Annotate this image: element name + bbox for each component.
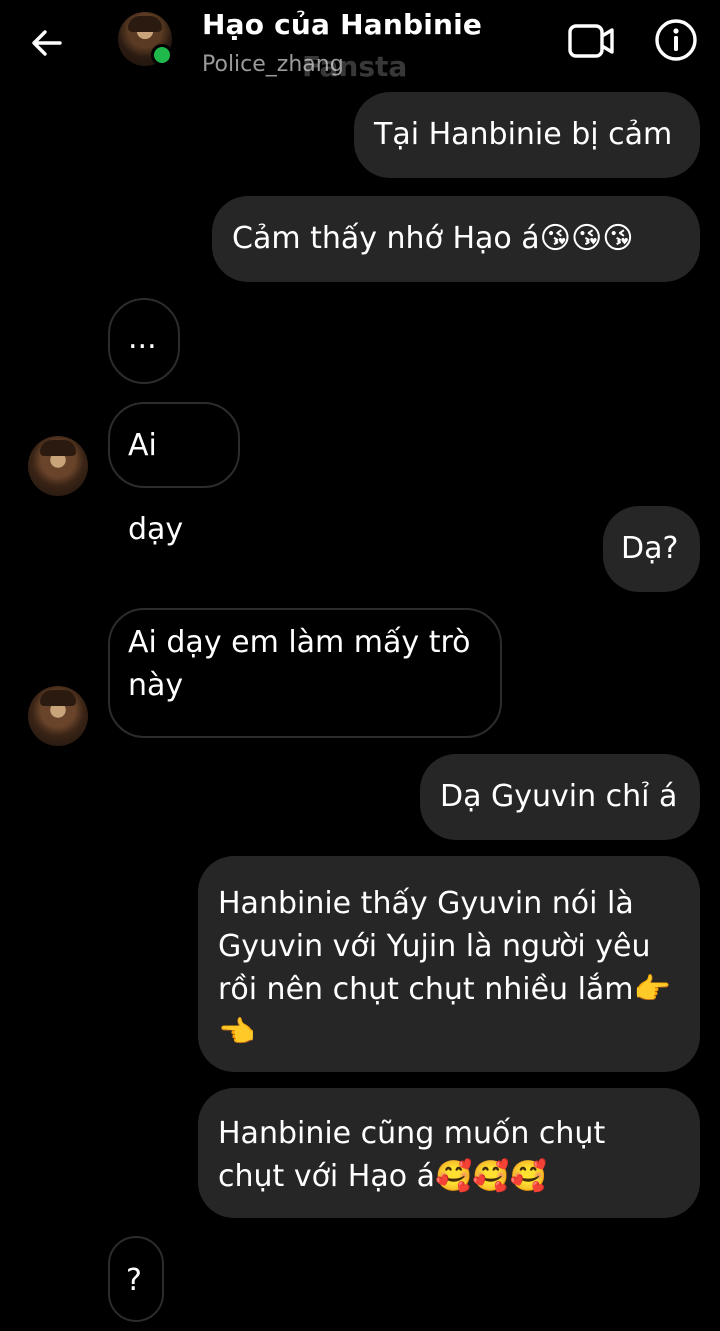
sender-avatar[interactable]	[28, 436, 88, 496]
message-bubble-outgoing[interactable]: Dạ Gyuvin chỉ á	[420, 754, 700, 840]
video-call-button[interactable]	[566, 20, 616, 62]
sender-avatar[interactable]	[28, 686, 88, 746]
message-bubble-incoming[interactable]: ...	[108, 298, 180, 384]
back-button[interactable]	[28, 24, 66, 62]
message-bubble-outgoing[interactable]: Tại Hanbinie bị cảm	[354, 92, 700, 178]
message-bubble-outgoing[interactable]: Hanbinie thấy Gyuvin nói là Gyuvin với Y…	[198, 856, 700, 1072]
video-camera-icon	[568, 24, 614, 58]
message-bubble-outgoing[interactable]: Cảm thấy nhớ Hạo á😘😘😘	[212, 196, 700, 282]
message-bubble-incoming[interactable]: ?	[108, 1236, 164, 1322]
message-bubble-incoming[interactable]: Ai dạy em làm mấy trò này	[108, 608, 502, 738]
contact-name[interactable]: Hạo của Hanbinie	[202, 8, 482, 41]
info-circle-icon	[655, 19, 697, 61]
info-button[interactable]	[654, 18, 698, 62]
message-bubble-outgoing[interactable]: Hanbinie cũng muốn chụt chụt với Hạo á🥰🥰…	[198, 1088, 700, 1218]
watermark-text: Fansta	[302, 50, 408, 83]
arrow-left-icon	[32, 30, 62, 56]
message-bubble-outgoing[interactable]: Dạ?	[603, 506, 700, 592]
message-bubble-incoming[interactable]: Ai dạy	[108, 402, 240, 547]
online-status-dot	[151, 44, 173, 66]
